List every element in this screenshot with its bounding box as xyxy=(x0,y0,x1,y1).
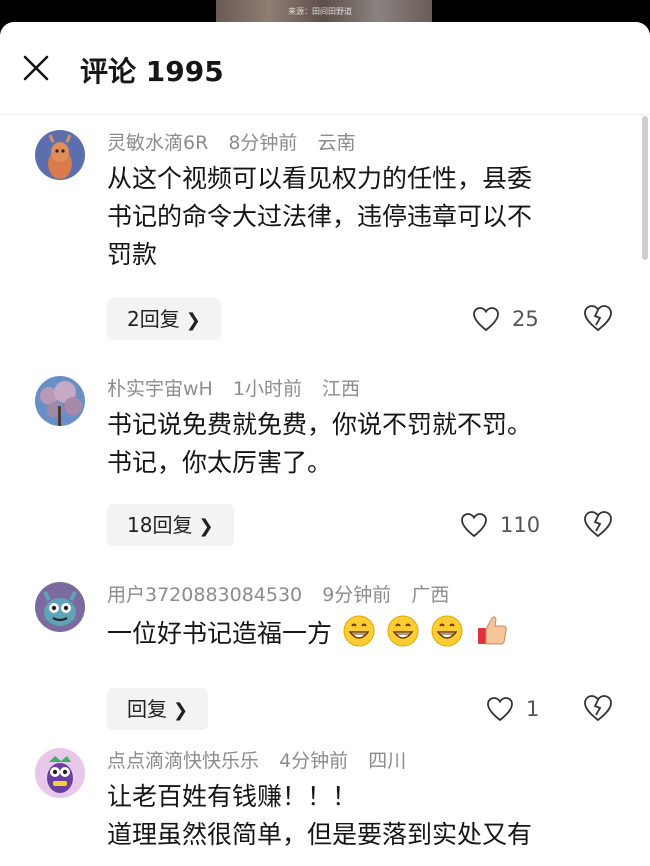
comment-text-line: 书记说免费就免费，你说不罚就不罚。 xyxy=(107,410,533,439)
comment-time: 4分钟前 xyxy=(279,750,349,772)
like-count: 1 xyxy=(526,697,540,721)
dislike-button[interactable] xyxy=(583,510,613,540)
comment-time: 9分钟前 xyxy=(322,584,392,606)
view-replies-button[interactable]: 18回复 ❯ xyxy=(107,504,234,546)
scrollbar[interactable] xyxy=(642,116,648,260)
video-preview-strip[interactable]: 来源：田间田野道 xyxy=(0,0,650,24)
like-count: 110 xyxy=(500,513,541,537)
close-button[interactable] xyxy=(18,50,54,86)
thumbs-up-emoji xyxy=(477,616,507,645)
comment-text-line: 一位好书记造福一方 xyxy=(107,612,607,653)
comment-location: 四川 xyxy=(368,750,407,772)
heart-outline-icon xyxy=(473,307,499,332)
avatar[interactable] xyxy=(35,130,85,180)
comment-text-line: 从这个视频可以看见权力的任性，县委 xyxy=(107,164,533,193)
like-button[interactable]: 110 xyxy=(460,508,540,542)
like-count: 25 xyxy=(512,307,539,331)
like-button[interactable]: 25 xyxy=(472,302,539,336)
comment-text-line: 书记，你太厉害了。 xyxy=(107,448,333,477)
reply-label: 回复 xyxy=(127,697,167,721)
video-thumbnail[interactable]: 来源：田间田野道 xyxy=(216,0,432,22)
like-button[interactable]: 1 xyxy=(486,692,539,726)
comment-text-line: 罚款 xyxy=(107,240,158,269)
heart-outline-icon xyxy=(461,513,487,538)
grin-emoji xyxy=(343,615,375,647)
comment-location: 云南 xyxy=(317,132,356,154)
reply-label: 2回复 xyxy=(127,307,180,331)
reply-label: 18回复 xyxy=(127,513,193,537)
chevron-right-icon: ❯ xyxy=(173,700,189,721)
broken-heart-icon xyxy=(584,695,612,722)
avatar[interactable] xyxy=(35,748,85,798)
comment-time: 1小时前 xyxy=(232,378,302,400)
comment-text-line: 让老百姓有钱赚！！！ xyxy=(107,782,358,811)
comment-username[interactable]: 灵敏水滴6R xyxy=(107,132,208,154)
comments-title: 评论 1995 xyxy=(80,55,224,88)
comment-text: 一位好书记造福一方 xyxy=(107,612,607,653)
comments-header: 评论 1995 xyxy=(0,22,650,115)
chevron-right-icon: ❯ xyxy=(198,516,214,537)
comment-time: 8分钟前 xyxy=(228,132,298,154)
dislike-button[interactable] xyxy=(583,694,613,724)
comment-username[interactable]: 用户3720883084530 xyxy=(107,584,302,606)
comment-username[interactable]: 朴实宇宙wH xyxy=(107,378,213,400)
chevron-right-icon: ❯ xyxy=(185,310,201,331)
heart-outline-icon xyxy=(487,697,513,722)
close-icon xyxy=(23,55,49,81)
avatar[interactable] xyxy=(35,376,85,426)
comment-text: 让老百姓有钱赚！！！ 道理虽然很简单，但是要落到实处又有 xyxy=(107,778,607,854)
view-replies-button[interactable]: 2回复 ❯ xyxy=(107,298,221,340)
avatar[interactable] xyxy=(35,582,85,632)
comments-sheet: 评论 1995 灵敏水滴6R 8分钟前 云南 从这个视频可以看见权力的任性，县委… xyxy=(0,22,650,866)
broken-heart-icon xyxy=(584,511,612,538)
comment-meta: 点点滴滴快快乐乐 4分钟前 四川 xyxy=(107,746,420,773)
comment-text-line: 道理虽然很简单，但是要落到实处又有 xyxy=(107,820,533,849)
grin-emoji xyxy=(431,615,463,647)
video-caption: 来源：田间田野道 xyxy=(288,7,352,16)
comment-location: 广西 xyxy=(411,584,450,606)
comment-meta: 灵敏水滴6R 8分钟前 云南 xyxy=(107,128,370,155)
comment-location: 江西 xyxy=(322,378,361,400)
dislike-button[interactable] xyxy=(583,304,613,334)
reply-button[interactable]: 回复 ❯ xyxy=(107,688,209,730)
comment-text-line: 书记的命令大过法律，违停违章可以不 xyxy=(107,202,533,231)
comment-meta: 用户3720883084530 9分钟前 广西 xyxy=(107,580,463,607)
broken-heart-icon xyxy=(584,305,612,332)
comment-text-content: 一位好书记造福一方 xyxy=(107,619,333,648)
comment-meta: 朴实宇宙wH 1小时前 江西 xyxy=(107,374,374,401)
comment-username[interactable]: 点点滴滴快快乐乐 xyxy=(107,750,259,772)
comment-text: 书记说免费就免费，你说不罚就不罚。 书记，你太厉害了。 xyxy=(107,406,607,482)
comment-text: 从这个视频可以看见权力的任性，县委 书记的命令大过法律，违停违章可以不 罚款 xyxy=(107,160,607,274)
grin-emoji xyxy=(387,615,419,647)
